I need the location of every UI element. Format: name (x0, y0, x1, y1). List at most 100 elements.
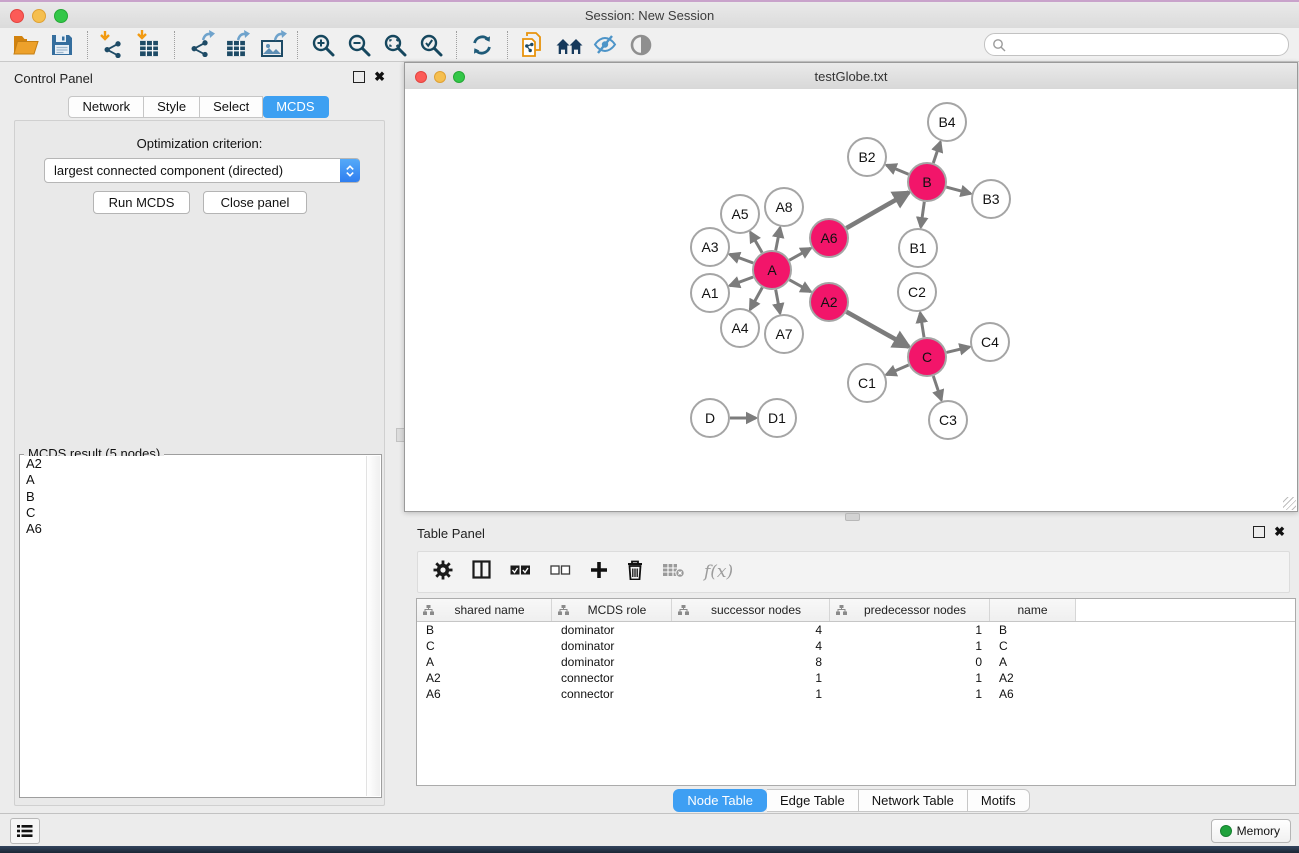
tab-edge-table[interactable]: Edge Table (767, 789, 859, 812)
table-panel-title: Table Panel (417, 526, 485, 541)
column-label: shared name (434, 603, 551, 617)
edge-A6-B[interactable] (846, 192, 908, 228)
list-icon (17, 825, 33, 837)
zoom-fit-button[interactable] (377, 30, 413, 60)
tab-network-table[interactable]: Network Table (859, 789, 968, 812)
mcds-tab-panel: Optimization criterion: largest connecte… (14, 120, 385, 806)
zoom-in-button[interactable] (305, 30, 341, 60)
tab-motifs[interactable]: Motifs (968, 789, 1030, 812)
tab-select[interactable]: Select (200, 96, 263, 118)
edge-A-A1[interactable] (730, 277, 754, 286)
tab-network[interactable]: Network (68, 96, 144, 118)
tab-mcds[interactable]: MCDS (263, 96, 328, 118)
network-canvas[interactable]: AA1A2A3A4A5A6A7A8BB1B2B3B4CC1C2C3C4DD1 (405, 89, 1297, 511)
edge-A-A7[interactable] (776, 290, 780, 314)
node-label-D: D (705, 410, 715, 426)
tab-style[interactable]: Style (144, 96, 200, 118)
edge-B-B1[interactable] (921, 202, 925, 227)
table-header-row: shared nameMCDS rolesuccessor nodesprede… (417, 599, 1295, 622)
function-builder-button[interactable]: f(x) (704, 562, 733, 582)
eye-icon (630, 34, 652, 56)
edge-A2-C[interactable] (846, 312, 908, 347)
home-button[interactable] (551, 30, 587, 60)
edge-C-C2[interactable] (920, 313, 924, 337)
table-row[interactable]: Cdominator41C (417, 638, 1295, 654)
window-titlebar[interactable]: Session: New Session (0, 0, 1299, 29)
scrollbar-track[interactable] (366, 456, 380, 796)
edge-A-A8[interactable] (776, 228, 780, 251)
column-header-shared-name[interactable]: shared name (417, 599, 552, 621)
zoom-selected-button[interactable] (413, 30, 449, 60)
close-panel-icon[interactable]: ✖ (1274, 526, 1285, 538)
run-mcds-button[interactable]: Run MCDS (93, 191, 190, 214)
select-all-button[interactable] (510, 563, 531, 581)
select-stepper-icon (340, 159, 360, 182)
delete-table-button[interactable] (662, 562, 685, 583)
edge-A-A4[interactable] (750, 288, 762, 310)
close-panel-icon[interactable]: ✖ (374, 71, 385, 83)
export-image-button[interactable] (254, 30, 290, 60)
open-session-button[interactable] (8, 30, 44, 60)
mcds-result-item[interactable]: C (21, 505, 380, 521)
edge-C-C4[interactable] (947, 347, 970, 353)
import-table-button[interactable] (131, 30, 167, 60)
close-panel-button[interactable]: Close panel (203, 191, 307, 214)
home-icon (556, 35, 583, 55)
deselect-all-button[interactable] (550, 563, 571, 581)
table-cell: C (417, 639, 552, 653)
mcds-result-item[interactable]: A6 (21, 521, 380, 537)
table-row[interactable]: A6connector11A6 (417, 686, 1295, 702)
edge-A-A2[interactable] (789, 280, 810, 292)
mcds-result-item[interactable]: A (21, 472, 380, 488)
show-panels-button[interactable] (623, 30, 659, 60)
network-window-titlebar[interactable]: testGlobe.txt (405, 63, 1297, 90)
hide-panels-button[interactable] (587, 30, 623, 60)
table-row[interactable]: Adominator80A (417, 654, 1295, 670)
delete-button[interactable] (627, 560, 643, 585)
tab-node-table[interactable]: Node Table (673, 789, 767, 812)
search-input[interactable] (1006, 36, 1288, 54)
edge-C-C1[interactable] (886, 365, 908, 375)
float-panel-icon[interactable] (1253, 526, 1265, 538)
column-header-predecessor-nodes[interactable]: predecessor nodes (830, 599, 990, 621)
import-arrow-icon (136, 30, 148, 41)
edge-B-B2[interactable] (886, 165, 908, 174)
table-row[interactable]: Bdominator41B (417, 622, 1295, 638)
memory-button[interactable]: Memory (1211, 819, 1291, 843)
column-header-name[interactable]: name (990, 599, 1076, 621)
node-label-C4: C4 (981, 334, 999, 350)
edge-B-B3[interactable] (946, 187, 970, 194)
edge-A-A6[interactable] (789, 248, 810, 260)
criterion-select[interactable]: largest connected component (directed) (44, 158, 360, 183)
add-column-button[interactable] (590, 561, 608, 584)
zoom-out-icon (347, 33, 371, 57)
edge-C-C3[interactable] (933, 376, 941, 400)
settings-button[interactable] (433, 560, 453, 585)
duplicate-network-button[interactable] (515, 30, 551, 60)
deselect-all-icon (550, 564, 571, 576)
float-panel-icon[interactable] (353, 71, 365, 83)
image-icon (261, 40, 283, 57)
edge-A-A5[interactable] (750, 232, 762, 252)
import-network-button[interactable] (95, 30, 131, 60)
table-cell: A2 (990, 671, 1076, 685)
resize-grip-icon[interactable] (1283, 497, 1296, 510)
search-box[interactable] (984, 33, 1289, 56)
edge-A-A3[interactable] (730, 254, 754, 263)
column-header-successor-nodes[interactable]: successor nodes (672, 599, 830, 621)
save-session-button[interactable] (44, 30, 80, 60)
export-table-button[interactable] (218, 30, 254, 60)
zoom-in-icon (311, 33, 335, 57)
edge-B-B4[interactable] (933, 142, 940, 163)
refresh-button[interactable] (464, 30, 500, 60)
table-cell: 1 (672, 687, 830, 701)
column-layout-button[interactable] (472, 560, 491, 584)
table-row[interactable]: A2connector11A2 (417, 670, 1295, 686)
column-header-MCDS-role[interactable]: MCDS role (552, 599, 672, 621)
mcds-result-item[interactable]: A2 (21, 456, 380, 472)
export-network-button[interactable] (182, 30, 218, 60)
mcds-result-item[interactable]: B (21, 489, 380, 505)
zoom-out-button[interactable] (341, 30, 377, 60)
task-history-button[interactable] (10, 818, 40, 844)
mcds-result-list[interactable]: A2ABCA6 (21, 456, 380, 796)
